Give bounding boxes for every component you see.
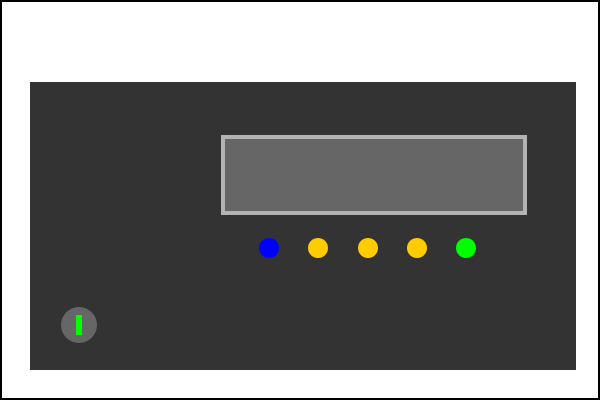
indicator-light-1 [259,238,279,258]
power-button[interactable] [61,307,97,343]
indicator-light-2 [308,238,328,258]
indicator-light-4 [407,238,427,258]
device-panel [30,82,576,370]
window-frame [0,0,600,400]
display-screen [221,135,527,215]
indicator-light-5 [456,238,476,258]
indicator-light-3 [358,238,378,258]
power-icon [76,315,82,335]
